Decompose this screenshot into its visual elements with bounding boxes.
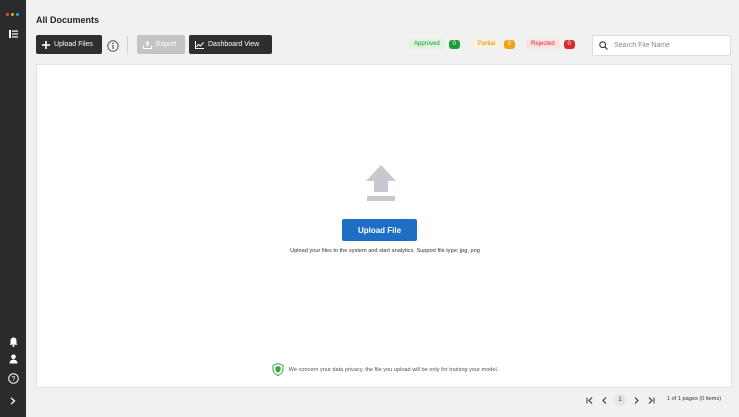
pagination-summary: 1 of 1 pages (0 items) [667,396,722,402]
dashboard-view-button[interactable]: Dashboard View [189,35,272,54]
chevron-right-icon[interactable] [5,393,21,409]
bell-icon[interactable] [5,334,21,350]
current-page[interactable]: 1 [614,394,626,406]
main-content: All Documents Upload Files Export Dashbo… [26,0,739,417]
page-title: All Documents [36,15,100,25]
chevron-left-icon [601,396,606,404]
upload-hint: Upload your files to the system and star… [290,248,480,254]
export-button[interactable]: Export [137,35,185,54]
toolbar-divider [127,36,128,54]
menu-icon[interactable] [5,26,21,42]
logo-dot [11,13,14,16]
logo-dot [6,13,9,16]
status-filter-rejected[interactable]: Rejected 0 [526,38,575,50]
upload-files-label: Upload Files [54,41,93,48]
status-label: Rejected [526,39,560,49]
plus-icon [42,40,50,49]
status-count: 0 [563,39,575,49]
shield-icon [272,363,284,376]
chevron-right-icon [634,396,639,404]
svg-text:?: ? [11,376,15,383]
status-count: 0 [448,39,460,49]
search-icon [599,41,608,50]
first-page-icon [586,396,592,404]
status-filter-approved[interactable]: Approved 0 [409,38,460,50]
next-page-button[interactable] [630,394,642,406]
status-label: Approved [409,39,445,49]
info-icon[interactable] [107,39,119,52]
user-icon[interactable] [5,351,21,367]
status-filter-partial[interactable]: Partial 0 [473,38,516,50]
chart-icon [195,40,204,49]
export-label: Export [156,41,177,48]
sidebar: ? [0,0,26,417]
export-icon [143,40,152,49]
upload-panel: Upload File Upload your files to the sys… [36,64,732,388]
upload-files-button[interactable]: Upload Files [36,35,102,54]
help-icon[interactable]: ? [5,370,21,386]
last-page-button[interactable] [645,394,657,406]
privacy-note: We concern your data privacy, the file y… [37,363,733,376]
upload-file-button[interactable]: Upload File [342,219,417,241]
privacy-text: We concern your data privacy, the file y… [288,366,499,373]
search-box [592,35,731,56]
prev-page-button[interactable] [598,394,610,406]
status-count: 0 [504,39,516,49]
status-label: Partial [473,39,501,49]
logo-dot [16,13,19,16]
app-logo[interactable] [6,13,19,16]
last-page-icon [648,396,654,404]
dashboard-view-label: Dashboard View [208,41,260,48]
upload-arrow-icon [366,165,396,207]
search-input[interactable] [614,42,724,49]
first-page-button[interactable] [583,394,595,406]
